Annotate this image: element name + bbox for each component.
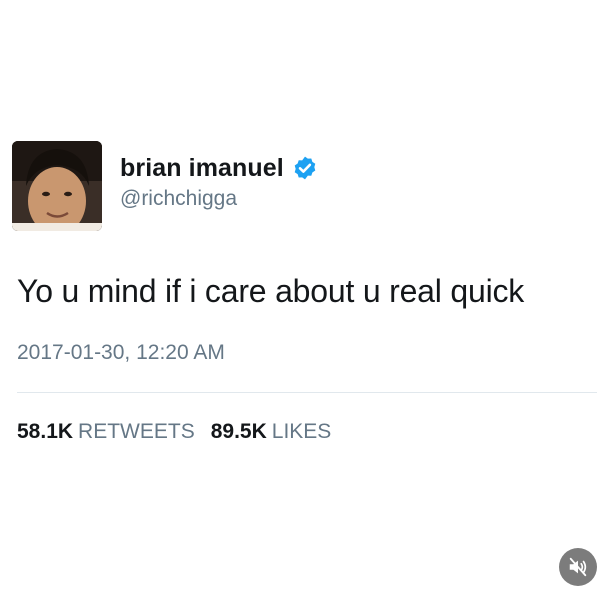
likes-label: LIKES <box>271 420 332 443</box>
author-handle[interactable]: @richchigga <box>120 187 237 211</box>
speaker-muted-icon <box>569 557 587 577</box>
mute-button[interactable] <box>559 548 597 586</box>
avatar-photo <box>12 141 102 231</box>
likes-stat[interactable]: 89.5K LIKES <box>211 420 332 443</box>
author-display-name[interactable]: brian imanuel <box>120 154 284 183</box>
tweet-card: brian imanuel @richchigga Yo u mind if i… <box>0 0 600 600</box>
retweets-count: 58.1K <box>17 420 74 443</box>
tweet-stats: 58.1K RETWEETS 89.5K LIKES <box>17 420 331 444</box>
tweet-timestamp[interactable]: 2017-01-30, 12:20 AM <box>17 341 225 365</box>
avatar[interactable] <box>12 141 102 231</box>
likes-count: 89.5K <box>210 420 267 443</box>
retweets-stat[interactable]: 58.1K RETWEETS <box>17 420 195 443</box>
verified-badge-icon <box>292 155 318 181</box>
tweet-text: Yo u mind if i care about u real quick <box>17 273 525 309</box>
retweets-label: RETWEETS <box>78 420 195 443</box>
divider <box>17 392 597 393</box>
author-name-row: brian imanuel <box>120 152 318 184</box>
